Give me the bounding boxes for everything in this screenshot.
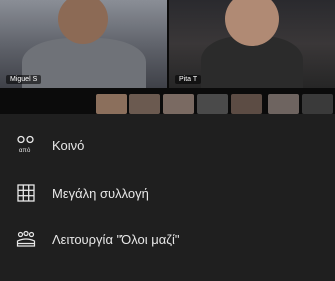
participant-thumbnail[interactable] [268,94,299,114]
together-mode-icon [16,229,36,249]
video-tile-miguel[interactable]: Miguel S [0,0,167,88]
participant-thumbnail[interactable] [129,94,160,114]
participant-thumbnail[interactable] [96,94,127,114]
audience-icon-caption: από [19,148,31,154]
menu-item-label: Μεγάλη συλλογή [52,185,149,201]
menu-item-large-gallery[interactable]: Μεγάλη συλλογή [0,170,335,216]
participant-name-label: Miguel S [6,75,42,84]
participant-thumbnail[interactable] [231,94,262,114]
large-gallery-grid-icon [16,183,36,203]
participant-thumbnail[interactable] [302,94,333,114]
menu-item-audience[interactable]: από Κοινό [0,122,335,168]
menu-item-label: Κοινό [52,137,85,153]
participant-name-label: Pita T [175,75,202,84]
meeting-stage: Miguel S Pita T [0,0,335,114]
audience-view-icon: από [16,135,36,155]
participant-thumbnail[interactable] [197,94,228,114]
menu-item-label: Λειτουργία "Όλοι μαζί" [52,231,180,247]
view-options-sheet: από Κοινό Μεγάλη συλλογή Λειτουργία "Όλο… [0,114,335,281]
menu-item-together-mode[interactable]: Λειτουργία "Όλοι μαζί" [0,216,335,262]
participant-thumbnail[interactable] [163,94,194,114]
video-tile-pita[interactable]: Pita T [169,0,335,88]
